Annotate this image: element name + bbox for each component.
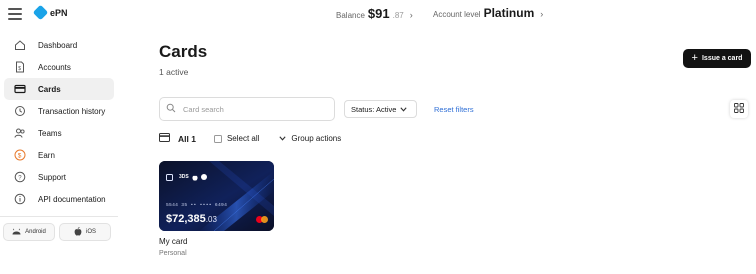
square-icon [166, 173, 173, 181]
card-balance-decimal: .03 [205, 215, 217, 224]
balance-label: Balance [336, 11, 365, 20]
all-cards-label: All 1 [178, 133, 196, 144]
help-icon: ? [13, 171, 26, 184]
plus-icon: + [691, 52, 698, 64]
sidebar-item-teams[interactable]: Teams [4, 122, 114, 144]
sidebar-item-label: Support [38, 172, 67, 182]
logo-icon [32, 4, 49, 21]
select-all-label: Select all [226, 134, 260, 143]
android-label: Android [25, 229, 46, 235]
checkbox[interactable] [213, 134, 222, 143]
balance-amount: $91 [367, 6, 390, 21]
status-filter-select[interactable]: Status: Active [344, 100, 417, 118]
card-tile[interactable]: 3DS 5544 35 •• •••• 6494 $72,385.03 [159, 161, 274, 231]
ios-label: iOS [85, 229, 96, 235]
search-input[interactable] [183, 104, 323, 114]
group-actions-label: Group actions [291, 134, 342, 143]
sidebar-item-dashboard[interactable]: Dashboard [4, 34, 114, 56]
svg-text:$: $ [18, 66, 21, 72]
menu-bar [8, 8, 22, 10]
sidebar-item-label: Earn [38, 150, 55, 160]
sidebar-item-label: API documentation [38, 194, 106, 204]
card-3ds-badge: 3DS [179, 174, 189, 180]
apple-pay-icon [192, 168, 198, 186]
sidebar: Dashboard $ Accounts Cards Transaction h… [0, 34, 118, 210]
sidebar-item-cards[interactable]: Cards [4, 78, 114, 100]
account-level-value: Platinum [483, 6, 535, 20]
menu-toggle-button[interactable] [8, 8, 22, 20]
card-icon [13, 83, 26, 96]
chevron-right-icon: › [409, 10, 413, 20]
sidebar-item-support[interactable]: ? Support [4, 166, 114, 188]
sidebar-item-label: Cards [38, 84, 61, 94]
sidebar-item-label: Accounts [38, 62, 71, 72]
issue-card-button[interactable]: + Issue a card [683, 49, 751, 68]
google-pay-icon [200, 174, 207, 180]
history-icon [13, 105, 26, 118]
menu-bar [8, 13, 22, 15]
svg-text:?: ? [18, 176, 22, 182]
select-all-checkbox[interactable]: Select all [213, 134, 260, 143]
active-count: 1 active [159, 67, 189, 77]
android-icon [12, 228, 21, 237]
group-actions-dropdown[interactable]: Group actions [279, 134, 341, 143]
card-balance: $72,385.03 [166, 213, 217, 225]
logo-text: ePN [50, 7, 68, 18]
all-cards-filter[interactable]: All 1 [159, 133, 196, 144]
card-type: Personal [159, 250, 187, 257]
home-icon [13, 39, 26, 52]
issue-card-label: Issue a card [701, 55, 743, 62]
mastercard-icon [256, 216, 268, 223]
sidebar-item-label: Dashboard [38, 40, 78, 50]
sidebar-item-transaction-history[interactable]: Transaction history [4, 100, 114, 122]
grid-icon [734, 100, 744, 118]
sidebar-item-api-documentation[interactable]: API documentation [4, 188, 114, 210]
users-icon [13, 127, 26, 140]
android-app-button[interactable]: Android [3, 223, 55, 241]
balance-indicator[interactable]: Balance $91 .87 › [336, 6, 413, 21]
ios-app-button[interactable]: iOS [59, 223, 111, 241]
app-logo[interactable]: ePN [32, 4, 68, 21]
sidebar-item-accounts[interactable]: $ Accounts [4, 56, 114, 78]
card-balance-whole: $72,385 [166, 213, 206, 225]
sidebar-item-label: Transaction history [38, 106, 106, 116]
info-icon [13, 193, 26, 206]
reset-filters-link[interactable]: Reset filters [434, 105, 474, 114]
card-name[interactable]: My card [159, 237, 187, 246]
status-filter-value: Status: Active [351, 104, 397, 114]
card-list-toolbar: All 1 Select all Group actions [159, 133, 341, 144]
chevron-down-icon [400, 105, 408, 114]
card-badges: 3DS [166, 168, 207, 186]
dollar-icon: $ [13, 149, 26, 162]
balance-cents: .87 [392, 11, 404, 20]
apple-icon [74, 226, 82, 238]
chevron-down-icon [279, 134, 287, 143]
app-download-buttons: Android iOS [3, 223, 111, 241]
search-icon [166, 100, 176, 118]
page-title: Cards [159, 42, 208, 61]
account-level-label: Account level [433, 10, 481, 19]
menu-bar [8, 18, 22, 20]
card-search-field[interactable] [159, 97, 335, 121]
account-level-indicator[interactable]: Account level Platinum › [433, 6, 543, 20]
sidebar-item-earn[interactable]: $ Earn [4, 144, 114, 166]
grid-view-button[interactable] [730, 100, 748, 118]
card-icon [159, 133, 170, 144]
chevron-right-icon: › [540, 9, 544, 19]
mastercard-circle [261, 216, 268, 223]
svg-text:$: $ [17, 153, 21, 160]
sidebar-divider [0, 216, 118, 217]
document-icon: $ [13, 61, 26, 74]
sidebar-item-label: Teams [38, 128, 62, 138]
card-number: 5544 35 •• •••• 6494 [166, 203, 228, 208]
